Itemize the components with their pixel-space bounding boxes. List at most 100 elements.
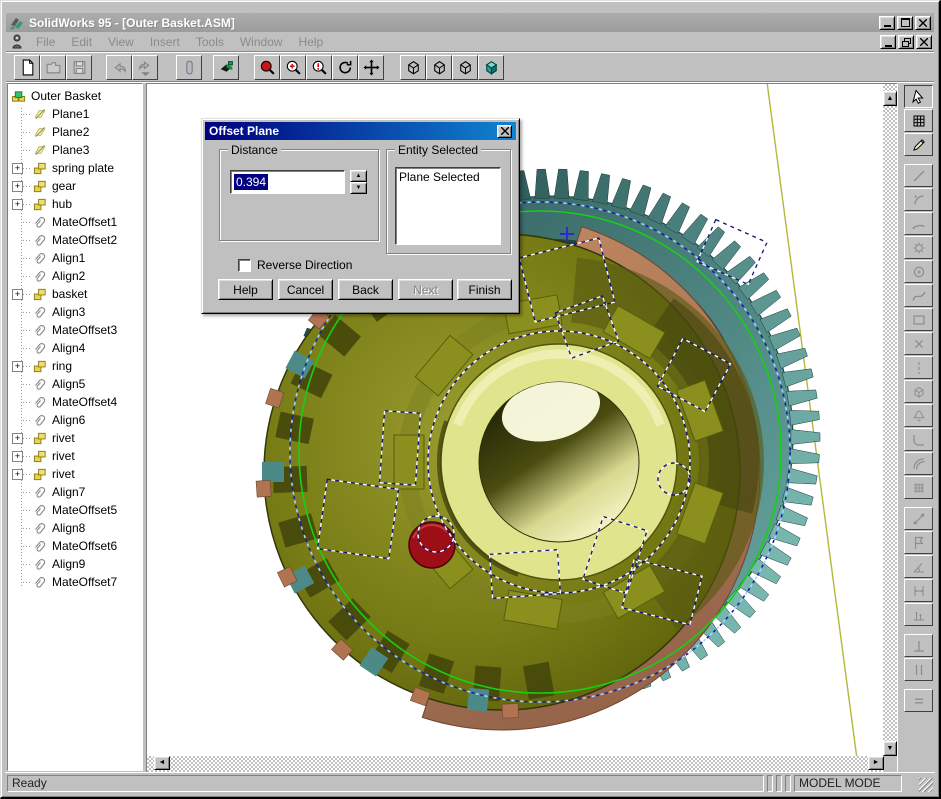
dialog-close-icon: [501, 127, 509, 135]
angledim-icon: [911, 559, 927, 575]
tree-item-align2[interactable]: Align2: [10, 267, 142, 285]
menu-view[interactable]: View: [100, 33, 142, 51]
menu-tools[interactable]: Tools: [188, 33, 232, 51]
open-button[interactable]: [40, 55, 66, 80]
grid-button[interactable]: [904, 109, 933, 132]
tree-item-align5[interactable]: Align5: [10, 375, 142, 393]
menu-window[interactable]: Window: [232, 33, 291, 51]
tree-item-mateoffset7[interactable]: MateOffset7: [10, 573, 142, 591]
zoom-to-selection-button[interactable]: [306, 55, 332, 80]
pan-button[interactable]: [358, 55, 384, 80]
help-button[interactable]: Help: [218, 279, 273, 300]
select-button[interactable]: [904, 85, 933, 108]
expand-box[interactable]: +: [12, 181, 23, 192]
tree-item-rivet[interactable]: +rivet: [10, 465, 142, 483]
viewport-hscrollbar[interactable]: ◄ ►: [147, 756, 884, 772]
scroll-up-button[interactable]: ▲: [883, 91, 897, 106]
tree-item-label: Align8: [52, 521, 85, 535]
scroll-right-button[interactable]: ►: [868, 756, 884, 770]
new-button[interactable]: [14, 55, 40, 80]
tree-item-label: ring: [52, 359, 72, 373]
undo-button[interactable]: [106, 55, 132, 80]
rotate-view-button[interactable]: [332, 55, 358, 80]
rebuild-icon: [218, 59, 235, 76]
tree-item-align6[interactable]: Align6: [10, 411, 142, 429]
maximize-button[interactable]: [897, 16, 913, 30]
tree-item-spring-plate[interactable]: +spring plate: [10, 159, 142, 177]
view-orientation-iso-button[interactable]: [452, 55, 478, 80]
status-pane-1: [767, 775, 773, 792]
tree-item-align3[interactable]: Align3: [10, 303, 142, 321]
tree-item-plane2[interactable]: Plane2: [10, 123, 142, 141]
tree-item-mateoffset1[interactable]: MateOffset1: [10, 213, 142, 231]
tree-item-align1[interactable]: Align1: [10, 249, 142, 267]
tree-item-align4[interactable]: Align4: [10, 339, 142, 357]
tree-item-plane3[interactable]: Plane3: [10, 141, 142, 159]
spinner-up-button[interactable]: ▲: [350, 170, 367, 182]
dialog-close-button[interactable]: [497, 125, 512, 138]
tree-item-rivet[interactable]: +rivet: [10, 429, 142, 447]
finish-button[interactable]: Finish: [457, 279, 512, 300]
tree-item-plane1[interactable]: Plane1: [10, 105, 142, 123]
reverse-direction-checkbox[interactable]: [238, 259, 251, 272]
save-button[interactable]: [66, 55, 92, 80]
view-orientation-front-button[interactable]: [400, 55, 426, 80]
tree-item-align7[interactable]: Align7: [10, 483, 142, 501]
entity-listbox[interactable]: Plane Selected: [395, 167, 501, 245]
tree-item-label: MateOffset1: [52, 215, 117, 229]
view-orientation-side-button[interactable]: [426, 55, 452, 80]
tree-item-mateoffset2[interactable]: MateOffset2: [10, 231, 142, 249]
doc-minimize-button[interactable]: [880, 35, 896, 49]
tree-item-basket[interactable]: + basket: [10, 285, 142, 303]
tree-item-gear[interactable]: +gear: [10, 177, 142, 195]
distance-input[interactable]: 0.394: [230, 170, 345, 194]
tree-item-mateoffset6[interactable]: MateOffset6: [10, 537, 142, 555]
viewport-vscrollbar[interactable]: ▲ ▼: [883, 84, 897, 756]
doc-restore-button[interactable]: [898, 35, 914, 49]
tree-item-hub[interactable]: +hub: [10, 195, 142, 213]
tree-item-align8[interactable]: Align8: [10, 519, 142, 537]
resize-grip[interactable]: [919, 778, 933, 792]
mate-icon: [32, 215, 48, 230]
expand-box[interactable]: +: [12, 163, 23, 174]
expand-box[interactable]: +: [12, 469, 23, 480]
tree-item-label: basket: [52, 287, 87, 301]
expand-box[interactable]: +: [12, 451, 23, 462]
convert-entities-button: [904, 380, 933, 403]
menu-file[interactable]: File: [28, 33, 63, 51]
tree-item-rivet[interactable]: +rivet: [10, 447, 142, 465]
spinner-down-button[interactable]: ▼: [350, 182, 367, 194]
sketch-button[interactable]: [904, 133, 933, 156]
tree-item-label: Align1: [52, 251, 85, 265]
expand-box[interactable]: +: [12, 361, 23, 372]
scroll-down-button[interactable]: ▼: [883, 741, 897, 756]
tree-item-align9[interactable]: Align9: [10, 555, 142, 573]
menu-insert[interactable]: Insert: [142, 33, 188, 51]
expand-box[interactable]: +: [12, 289, 23, 300]
select-tool-button[interactable]: [176, 55, 202, 80]
back-button[interactable]: Back: [338, 279, 393, 300]
expand-box[interactable]: +: [12, 199, 23, 210]
zoom-in-out-button[interactable]: [280, 55, 306, 80]
menu-help[interactable]: Help: [291, 33, 332, 51]
expand-box[interactable]: +: [12, 433, 23, 444]
cube-icon: [405, 59, 422, 76]
tree-item-mateoffset3[interactable]: MateOffset3: [10, 321, 142, 339]
scroll-left-button[interactable]: ◄: [154, 756, 170, 770]
tree-item-label: MateOffset3: [52, 323, 117, 337]
menu-edit[interactable]: Edit: [63, 33, 100, 51]
redo-dropdown-button[interactable]: [132, 55, 158, 80]
parallel-relation-button: [904, 658, 933, 681]
shaded-view-button[interactable]: [478, 55, 504, 80]
minimize-button[interactable]: [879, 16, 895, 30]
tree-root[interactable]: Outer Basket: [10, 87, 142, 105]
entity-list-item[interactable]: Plane Selected: [399, 170, 497, 184]
zoom-to-fit-button[interactable]: [254, 55, 280, 80]
tree-item-mateoffset4[interactable]: MateOffset4: [10, 393, 142, 411]
tree-item-mateoffset5[interactable]: MateOffset5: [10, 501, 142, 519]
doc-close-button[interactable]: [916, 35, 932, 49]
tree-item-ring[interactable]: + ring: [10, 357, 142, 375]
rebuild-button[interactable]: [213, 55, 239, 80]
close-button[interactable]: [915, 16, 931, 30]
cancel-button[interactable]: Cancel: [278, 279, 333, 300]
